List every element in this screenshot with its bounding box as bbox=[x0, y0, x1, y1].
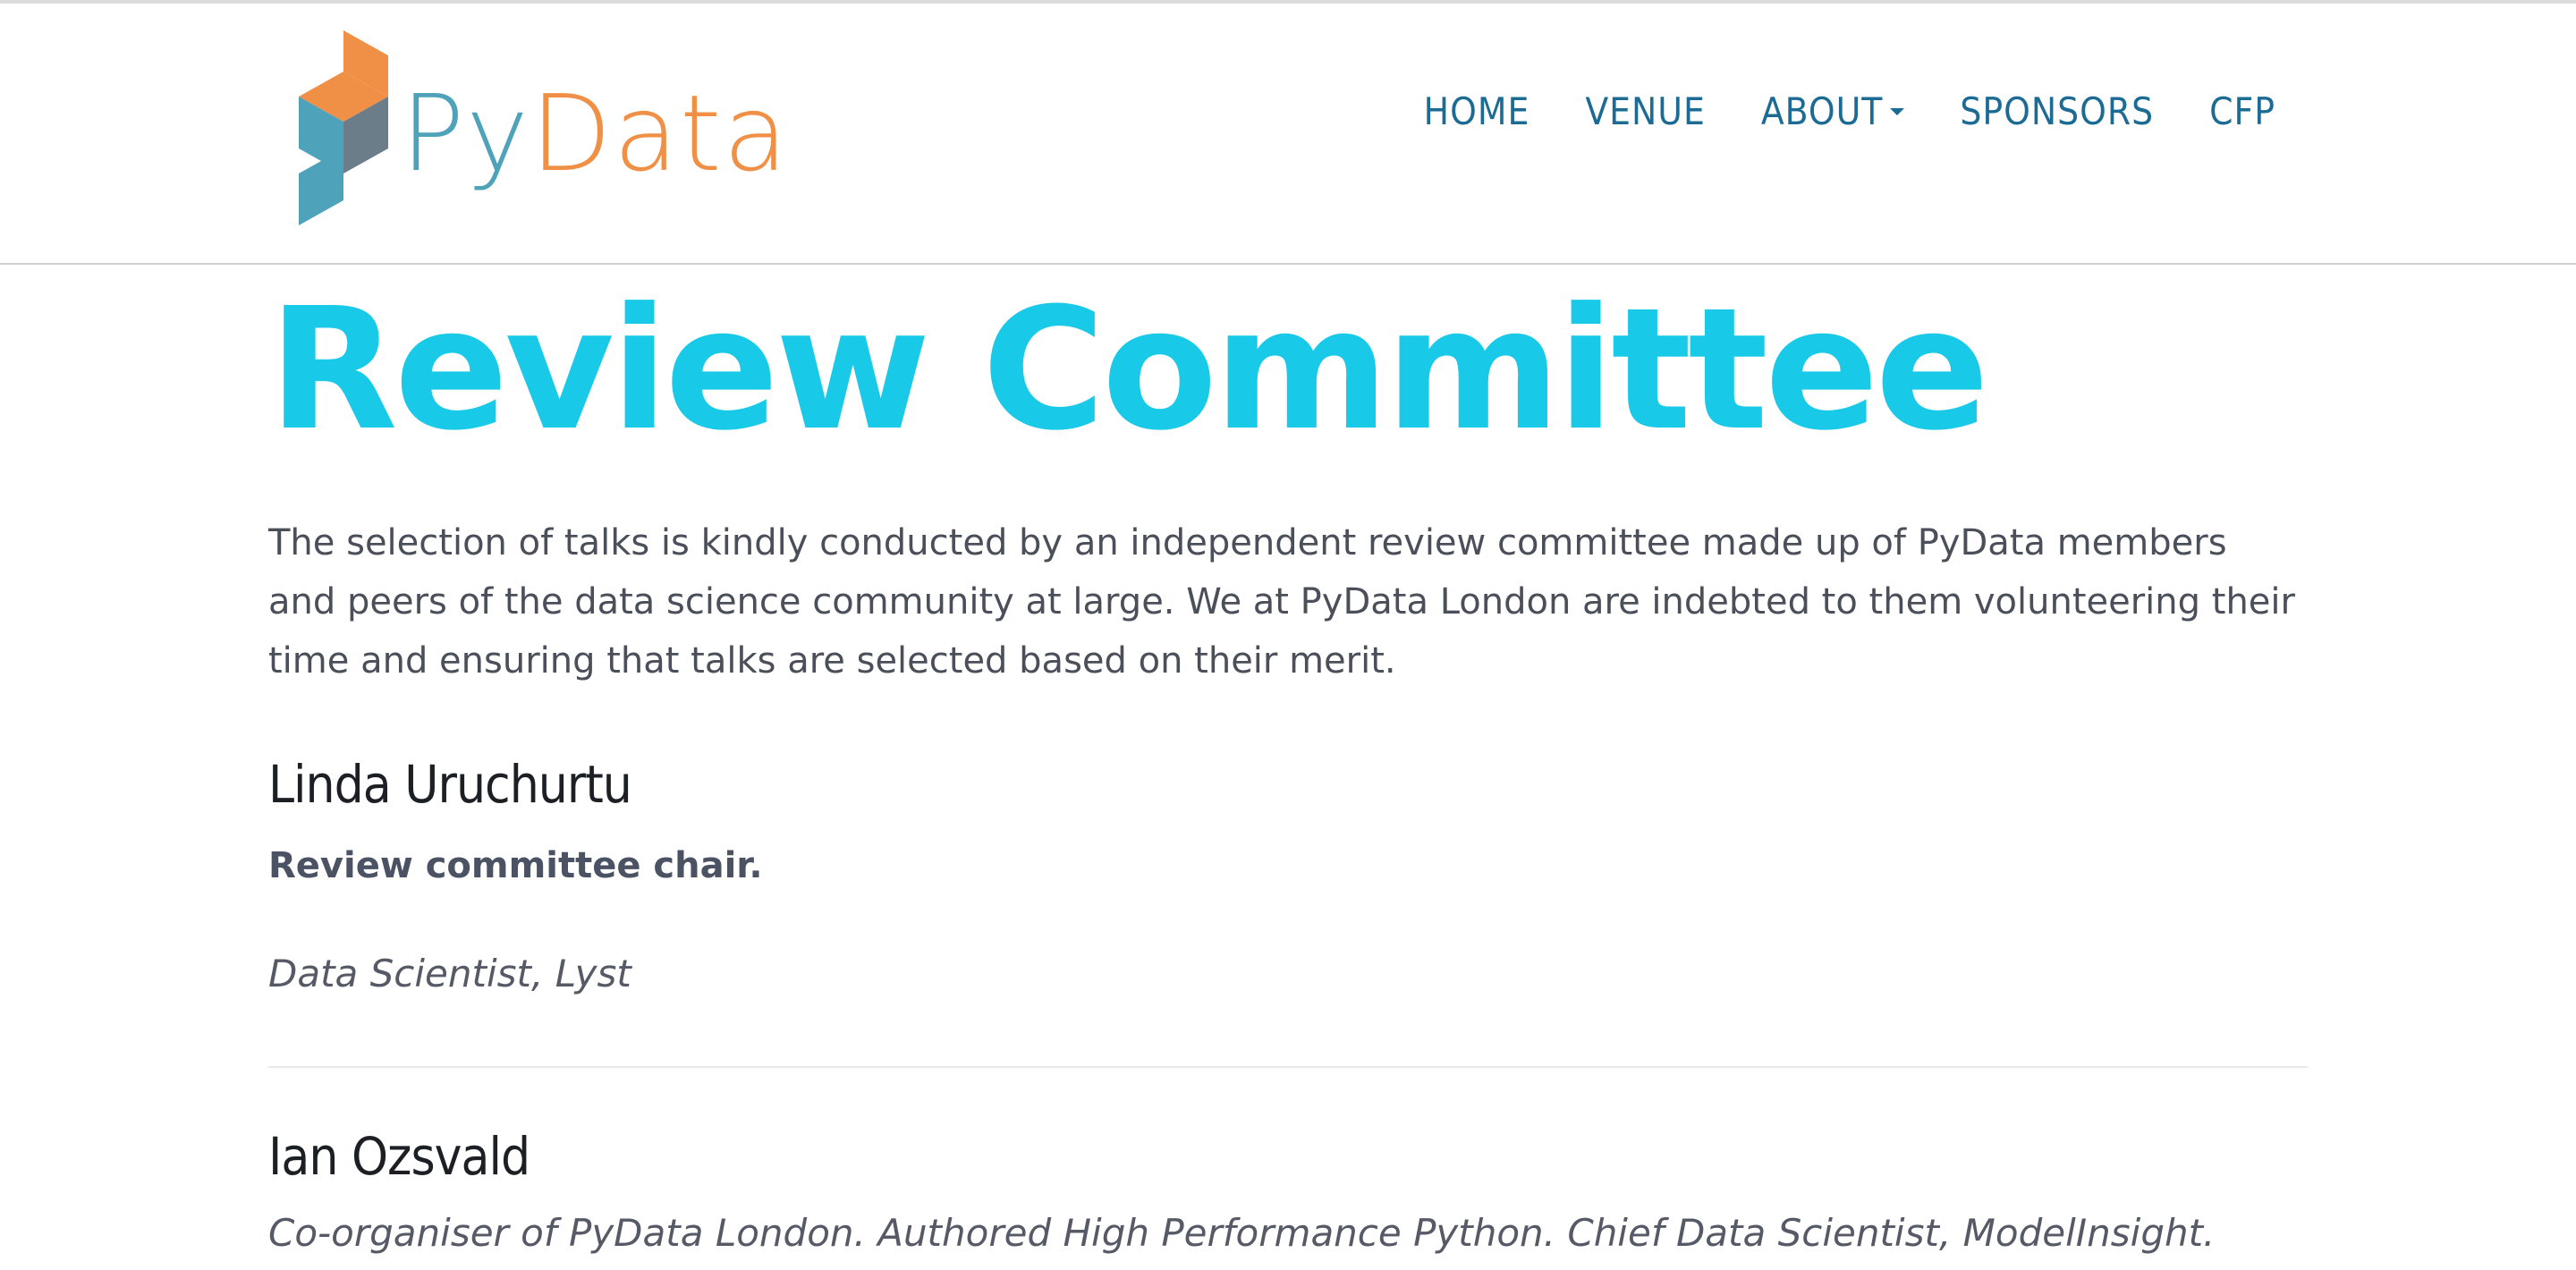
committee-member: Linda Uruchurtu Review committee chair. … bbox=[268, 758, 2308, 993]
logo-py-text: Py bbox=[401, 72, 530, 195]
member-name: Ian Ozsvald bbox=[268, 1126, 530, 1187]
pydata-wordmark: PyData bbox=[401, 80, 790, 186]
pydata-cube-icon bbox=[299, 30, 388, 225]
committee-member: Ian Ozsvald Co-organiser of PyData Londo… bbox=[268, 1130, 2308, 1252]
pydata-logo[interactable]: PyData bbox=[292, 30, 792, 241]
nav-item-about-label: ABOUT bbox=[1760, 89, 1884, 133]
member-affiliation: Co-organiser of PyData London. Authored … bbox=[268, 1211, 2216, 1255]
nav-item-cfp[interactable]: CFP bbox=[2209, 89, 2275, 133]
nav-item-about[interactable]: ABOUT bbox=[1761, 89, 1905, 133]
main-nav: HOME VENUE ABOUT SPONSORS CFP bbox=[1424, 89, 2275, 133]
divider bbox=[268, 1066, 2308, 1068]
main-content: Review Committee The selection of talks … bbox=[268, 265, 2308, 1252]
navbar: PyData HOME VENUE ABOUT SPONSORS CFP bbox=[0, 4, 2576, 265]
page-title: Review Committee bbox=[268, 272, 1989, 468]
caret-down-icon bbox=[1890, 107, 1905, 115]
member-affiliation: Data Scientist, Lyst bbox=[268, 952, 631, 995]
intro-paragraph: The selection of talks is kindly conduct… bbox=[268, 522, 2295, 682]
member-role: Review committee chair. bbox=[268, 845, 763, 886]
nav-item-venue[interactable]: VENUE bbox=[1585, 89, 1706, 133]
member-name: Linda Uruchurtu bbox=[268, 754, 632, 815]
logo-data-text: Data bbox=[530, 72, 790, 195]
nav-item-sponsors[interactable]: SPONSORS bbox=[1960, 89, 2154, 133]
nav-item-home[interactable]: HOME bbox=[1424, 89, 1530, 133]
